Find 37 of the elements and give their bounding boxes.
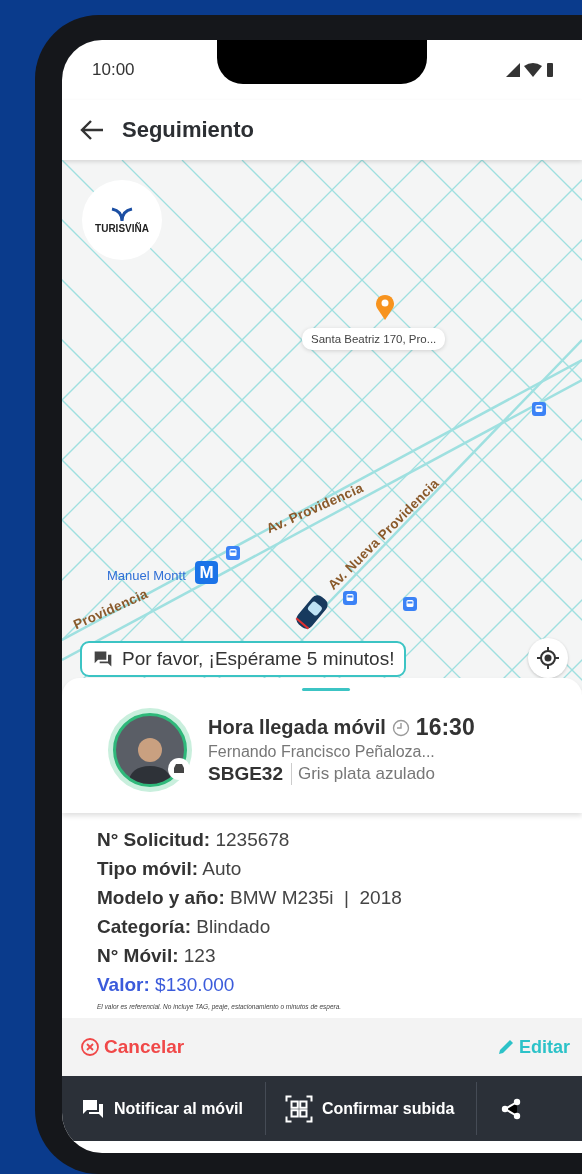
metro-station-label: Manuel Montt	[107, 568, 186, 583]
destination-pin-icon	[375, 293, 395, 320]
driver-name: Fernando Francisco Peñaloza...	[208, 743, 436, 761]
message-text: Por favor, ¡Espérame 5 minutos!	[122, 648, 395, 670]
bus-stop-icon	[343, 591, 357, 605]
trip-detail: Tipo móvil: Auto	[97, 857, 243, 881]
clock-icon	[391, 718, 410, 737]
bottom-action[interactable]: Confirmar subida	[265, 1082, 478, 1135]
bottom-action[interactable]: Notificar al móvil	[62, 1082, 266, 1135]
status-icons	[506, 63, 554, 77]
close-icon	[80, 1037, 100, 1057]
locate-icon	[536, 646, 560, 670]
price-detail: Valor: $130.000	[97, 973, 236, 997]
bus-stop-icon	[403, 597, 417, 611]
screen-title: Seguimiento	[122, 117, 254, 143]
qr-scan-icon	[283, 1093, 314, 1124]
license-plate: SBGE32	[208, 763, 292, 785]
locate-button[interactable]	[528, 638, 568, 678]
bus-stop-icon	[226, 546, 240, 560]
trip-detail: N° Solicitud: 1235678	[97, 828, 291, 852]
logo-text: TURISVIÑA	[95, 222, 149, 234]
back-arrow-icon[interactable]	[80, 119, 104, 141]
chat-icon	[92, 649, 114, 669]
trip-detail: Modelo y año: BMW M235i | 2018	[97, 886, 403, 910]
arrival-label: Hora llegada móvil	[208, 716, 386, 739]
vehicle-color: Gris plata azulado	[298, 764, 435, 784]
metro-sign: M	[195, 561, 218, 584]
car-icon	[172, 762, 186, 775]
arrival-time: 16:30	[415, 714, 475, 741]
destination-label: Santa Beatriz 170, Pro...	[302, 328, 446, 350]
pencil-icon	[497, 1038, 515, 1056]
logo-icon	[110, 206, 134, 221]
trip-detail: Categoría: Blindado	[97, 915, 272, 939]
bus-stop-icon	[532, 402, 546, 416]
status-time: 10:00	[92, 60, 135, 80]
trip-detail: N° Móvil: 123	[97, 944, 217, 968]
drag-handle[interactable]	[302, 688, 350, 691]
